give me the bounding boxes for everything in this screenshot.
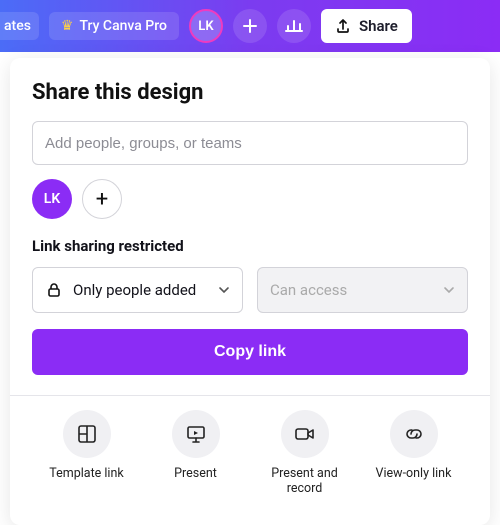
try-pro-button[interactable]: ♛ Try Canva Pro — [49, 12, 179, 40]
crown-icon: ♛ — [61, 18, 74, 34]
lock-icon — [45, 281, 63, 299]
share-button[interactable]: Share — [321, 9, 412, 43]
option-view-only[interactable]: View-only link — [361, 410, 466, 496]
templates-button[interactable]: ates — [0, 12, 39, 40]
plus-icon: + — [96, 187, 108, 212]
collaborator-avatar[interactable]: LK — [32, 179, 72, 219]
record-icon — [281, 410, 329, 458]
divider — [10, 395, 490, 396]
audience-select[interactable]: Only people added — [32, 267, 243, 313]
plus-icon — [242, 18, 258, 34]
permission-select: Can access — [257, 267, 468, 313]
option-present[interactable]: Present — [143, 410, 248, 496]
bar-chart-icon — [285, 17, 303, 35]
collaborator-initials: LK — [44, 191, 60, 207]
templates-label: ates — [4, 18, 31, 34]
template-link-icon — [63, 410, 111, 458]
upload-icon — [335, 18, 351, 34]
analytics-button[interactable] — [277, 9, 311, 43]
share-panel: Share this design LK + Link sharing rest… — [10, 58, 490, 525]
share-label: Share — [359, 17, 398, 35]
copy-link-button[interactable]: Copy link — [32, 329, 468, 375]
chevron-down-icon — [218, 284, 230, 296]
permission-value: Can access — [270, 281, 347, 299]
add-collaborator-button[interactable]: + — [82, 179, 122, 219]
panel-title: Share this design — [32, 80, 468, 105]
option-template-link[interactable]: Template link — [34, 410, 139, 496]
option-label: Present and record — [252, 466, 357, 496]
option-present-record[interactable]: Present and record — [252, 410, 357, 496]
add-button[interactable] — [233, 9, 267, 43]
avatar-initials: LK — [198, 19, 213, 34]
option-label: View-only link — [376, 466, 452, 481]
user-avatar[interactable]: LK — [189, 9, 223, 43]
option-label: Template link — [49, 466, 123, 481]
collaborator-row: LK + — [32, 179, 468, 219]
option-label: Present — [174, 466, 217, 481]
present-icon — [172, 410, 220, 458]
editor-topbar: ates ♛ Try Canva Pro LK Share — [0, 0, 500, 52]
link-settings-row: Only people added Can access — [32, 267, 468, 313]
share-options-row: Template link Present Present and record… — [32, 410, 468, 496]
add-people-input[interactable] — [32, 121, 468, 165]
try-pro-label: Try Canva Pro — [79, 18, 166, 34]
link-sharing-label: Link sharing restricted — [32, 237, 468, 255]
audience-value: Only people added — [73, 281, 196, 299]
chevron-down-icon — [443, 284, 455, 296]
copy-link-label: Copy link — [214, 343, 286, 360]
link-icon — [390, 410, 438, 458]
